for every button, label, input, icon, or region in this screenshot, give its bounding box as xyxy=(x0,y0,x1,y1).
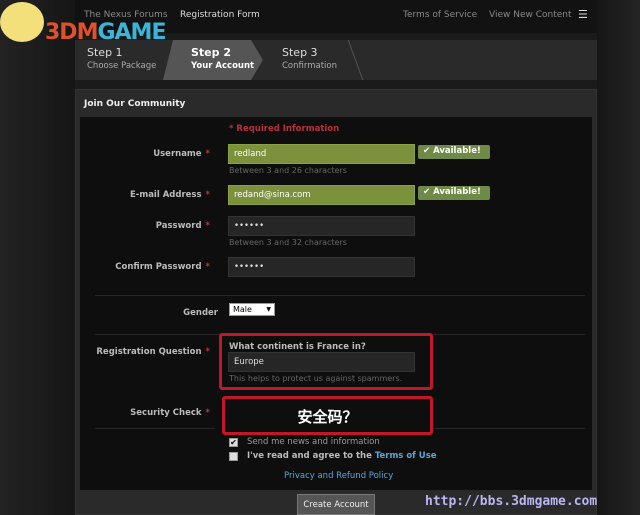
chevron-down-icon: ▼ xyxy=(266,306,271,313)
step-title: Step 1 xyxy=(87,46,123,59)
password-hint: Between 3 and 32 characters xyxy=(229,238,347,247)
username-label: Username * xyxy=(153,149,210,159)
security-check-label: Security Check * xyxy=(130,408,210,418)
label-text: E-mail Address xyxy=(130,190,202,200)
background-right xyxy=(597,0,640,515)
background-left xyxy=(0,0,75,515)
label-text: Registration Question xyxy=(96,347,202,357)
gender-label: Gender xyxy=(183,308,218,318)
gender-value: Male xyxy=(233,305,252,314)
agree-checkbox[interactable] xyxy=(229,452,238,461)
confirm-password-input[interactable]: •••••• xyxy=(228,257,415,277)
panel-title: Join Our Community xyxy=(84,99,186,109)
email-label: E-mail Address * xyxy=(130,190,210,200)
agree-label: I've read and agree to the Terms of Use xyxy=(247,451,437,461)
step-2: Step 2 Your Account xyxy=(163,40,263,80)
privacy-policy-link[interactable]: Privacy and Refund Policy xyxy=(284,471,393,481)
required-note: * Required Information xyxy=(229,124,340,134)
email-input[interactable]: redand@sina.com xyxy=(228,185,415,205)
label-text: Username xyxy=(153,149,202,159)
step-title: Step 2 xyxy=(191,46,231,59)
create-account-button[interactable]: Create Account xyxy=(297,494,375,515)
watermark-mascot xyxy=(0,2,44,42)
email-available-badge: ✔ Available! xyxy=(418,186,490,200)
question-text: What continent is France in? xyxy=(229,342,366,352)
nav-terms-link[interactable]: Terms of Service xyxy=(403,10,477,20)
nav-current: Registration Form xyxy=(180,10,260,20)
step-bar: Step 1 Choose Package Step 2 Your Account … xyxy=(75,40,597,80)
nav-forums-link[interactable]: The Nexus Forums xyxy=(84,10,168,20)
agree-text: I've read and agree to the xyxy=(247,451,375,461)
divider xyxy=(435,428,585,429)
label-text: Password xyxy=(155,221,202,231)
question-hint: This helps to protect us against spammer… xyxy=(229,374,403,383)
password-input[interactable]: •••••• xyxy=(228,216,415,236)
watermark-logo: 3DMGAME xyxy=(45,20,166,45)
username-hint: Between 3 and 26 characters xyxy=(229,166,347,175)
news-checkbox[interactable]: ✔ xyxy=(229,438,238,447)
confirm-password-label: Confirm Password * xyxy=(115,262,210,272)
label-text: Security Check xyxy=(130,408,202,418)
watermark-url: http://bbs.3dmgame.com xyxy=(425,494,598,509)
username-available-badge: ✔ Available! xyxy=(418,145,490,159)
news-label: Send me news and information xyxy=(247,437,380,447)
gender-select[interactable]: Male ▼ xyxy=(229,303,275,316)
step-sub: Choose Package xyxy=(87,61,157,71)
step-sub: Your Account xyxy=(191,61,255,71)
nav-new-content-link[interactable]: View New Content xyxy=(489,10,572,20)
question-label: Registration Question * xyxy=(96,347,210,357)
terms-of-use-link[interactable]: Terms of Use xyxy=(375,451,437,461)
divider xyxy=(95,295,585,296)
label-text: Confirm Password xyxy=(115,262,202,272)
question-answer-input[interactable]: Europe xyxy=(228,352,415,372)
list-icon[interactable]: ☰ xyxy=(578,8,588,21)
security-annotation: 安全码？ xyxy=(222,396,433,435)
username-input[interactable]: redland xyxy=(228,144,415,164)
password-label: Password * xyxy=(155,221,210,231)
step-1: Step 1 Choose Package xyxy=(75,40,175,80)
divider xyxy=(95,428,215,429)
